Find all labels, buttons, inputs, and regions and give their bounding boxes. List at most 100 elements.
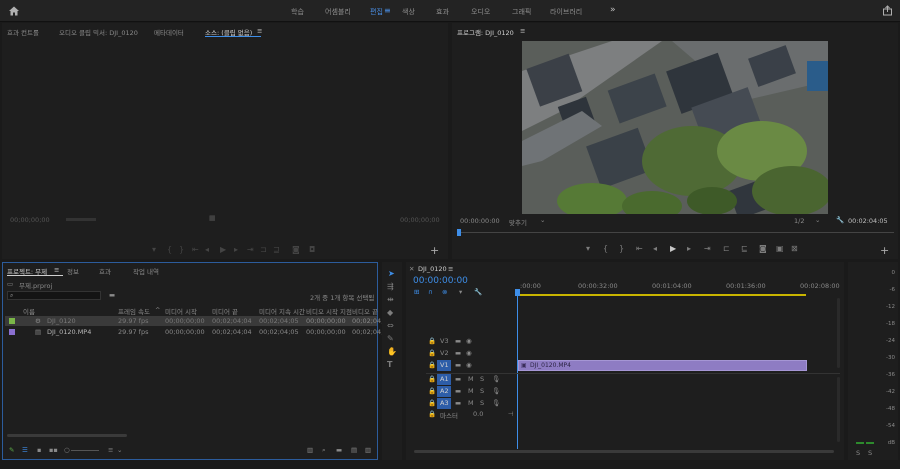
pencil-icon[interactable]: ✎ [9,446,14,454]
program-playhead[interactable] [457,229,461,236]
pen-tool-icon[interactable]: ✎ [387,334,394,343]
mute-button[interactable]: M [468,399,474,407]
new-bin-icon[interactable]: ▬ [109,291,115,299]
sync-lock-icon[interactable]: ▬ [455,349,461,357]
program-resolution-chevron-icon[interactable]: ⌄ [815,216,820,224]
timeline-timecode[interactable]: 00:00:00:00 [413,276,468,286]
sync-lock-icon[interactable]: ▬ [455,361,461,369]
project-h-scrollbar[interactable] [7,434,127,437]
source-insert-icon[interactable]: ⊐ [260,245,267,254]
col-media-start[interactable]: 미디어 시작 [165,306,197,316]
source-camera-icon[interactable]: ◘ [309,245,315,254]
lock-icon[interactable]: 🔒 [428,399,436,407]
linked-selection-icon[interactable]: ⊗ [442,288,447,296]
workspace-tab-graphics[interactable]: 그래픽 [512,7,531,17]
timeline-close-icon[interactable]: ✕ [409,265,414,273]
track-label[interactable]: V3 [440,337,449,345]
col-name[interactable]: 이름 [23,306,35,316]
program-go-out-icon[interactable]: ⇥ [704,244,711,253]
source-mark-out-bracket[interactable]: } [179,245,184,254]
eye-icon[interactable]: ◉ [466,349,472,357]
workspace-tab-libraries[interactable]: 라이브러리 [550,7,582,17]
editing-menu-icon[interactable]: ≡ [384,6,391,15]
track-label[interactable]: A1 [440,375,449,383]
solo-left-button[interactable]: S [856,449,860,457]
eye-icon[interactable]: ◉ [466,361,472,369]
table-row[interactable]: ▤ DJI_0120.MP4 29.97 fps 00;00;00;00 00;… [5,327,388,337]
sync-lock-icon[interactable]: ▬ [455,399,461,407]
table-row[interactable]: ⚙ DJI_0120 29.97 fps 00;00;00;00 00;02;0… [5,316,388,326]
nest-icon[interactable]: ⊞ [414,288,419,296]
lock-icon[interactable]: 🔒 [428,410,436,418]
work-area-bar[interactable] [518,294,806,296]
new-bin-button-icon[interactable]: ▬ [336,446,342,454]
icon-view-icon[interactable]: ▪ [37,446,41,454]
source-step-forward-icon[interactable]: ▸ [234,245,238,254]
source-go-out-icon[interactable]: ⇥ [247,245,254,254]
program-title[interactable]: 프로그램: DJI_0120 [457,27,514,37]
program-go-in-icon[interactable]: ⇤ [636,244,643,253]
workspace-tab-assembly[interactable]: 어셈블리 [325,7,351,17]
source-step-back-icon[interactable]: ◂ [205,245,209,254]
program-mark-out-icon[interactable]: } [619,244,624,253]
automate-icon[interactable]: ▥ [307,446,313,454]
source-export-frame-icon[interactable]: ◙ [292,245,300,254]
master-end-icon[interactable]: ⊣ [508,410,514,418]
col-video-out[interactable]: 비디오 끝 [352,306,378,316]
source-tab-menu-icon[interactable]: ≡ [257,27,262,35]
lock-icon[interactable]: 🔒 [428,349,436,357]
new-item-icon[interactable]: ▤ [351,446,357,454]
slip-tool-icon[interactable]: ⇔ [387,321,394,330]
program-export-frame-icon[interactable]: ◙ [759,244,767,253]
tab-effect-controls[interactable]: 효과 컨트롤 [7,27,39,37]
project-tab-menu-icon[interactable]: ≡ [54,266,59,274]
project-search-input[interactable]: ⌕ [7,291,101,300]
source-mark-in-icon[interactable]: ▾ [152,245,156,254]
solo-button[interactable]: S [480,375,484,383]
program-lift-icon[interactable]: ⊏ [723,244,730,253]
program-menu-icon[interactable]: ≡ [520,27,525,35]
track-select-tool-icon[interactable]: ⇶ [387,282,394,291]
type-tool-icon[interactable]: T [387,360,392,369]
source-overwrite-icon[interactable]: ⊒ [273,245,280,254]
program-add-button-icon[interactable]: + [880,244,889,257]
tab-effects[interactable]: 효과 [99,266,111,276]
source-go-in-icon[interactable]: ⇤ [192,245,199,254]
sort-icon[interactable]: ^ [155,306,160,314]
col-media-duration[interactable]: 미디어 지속 시간 [259,306,305,316]
lock-icon[interactable]: 🔒 [428,361,436,369]
mute-button[interactable]: M [468,375,474,383]
timeline-h-scrollbar[interactable] [414,450,834,453]
tab-metadata[interactable]: 메타데이터 [154,27,184,37]
solo-button[interactable]: S [480,399,484,407]
timeline-wrench-icon[interactable]: 🔧 [474,288,482,296]
lock-icon[interactable]: 🔒 [428,387,436,395]
program-extract-icon[interactable]: ⊑ [741,244,748,253]
source-settings-icon[interactable]: ▦ [209,214,216,222]
program-resolution-dropdown[interactable]: 1/2 [794,217,804,225]
source-zoom-slider[interactable] [66,218,96,221]
mute-button[interactable]: M [468,387,474,395]
mic-icon[interactable]: 🎙 [492,375,500,383]
share-icon[interactable] [882,5,893,16]
timeline-v-scrollbar[interactable] [837,298,840,368]
razor-tool-icon[interactable]: ◆ [387,308,393,317]
label-color-swatch[interactable] [9,318,15,324]
lock-icon[interactable]: 🔒 [428,375,436,383]
chevron-down-icon[interactable]: ⌄ [117,446,122,454]
tab-audio-clip-mixer[interactable]: 오디오 클립 믹서: DJI_0120 [59,27,138,37]
track-label[interactable]: A3 [440,399,449,407]
program-wrench-icon[interactable]: 🔧 [836,216,844,224]
workspace-more-icon[interactable]: » [610,5,616,15]
workspace-tab-learning[interactable]: 학습 [291,7,304,17]
tab-info[interactable]: 정보 [67,266,79,276]
timeline-v-scrollbar-lower[interactable] [837,377,840,442]
program-playhead-bar[interactable] [458,232,894,233]
program-play-icon[interactable]: ▶ [670,244,676,253]
workspace-tab-color[interactable]: 색상 [402,7,415,17]
program-timecode[interactable]: 00:00:00:00 [460,217,500,225]
workspace-tab-editing[interactable]: 편집 [370,7,383,17]
source-play-icon[interactable]: ▶ [220,245,226,254]
mic-icon[interactable]: 🎙 [492,387,500,395]
source-mark-in-bracket[interactable]: { [167,245,172,254]
